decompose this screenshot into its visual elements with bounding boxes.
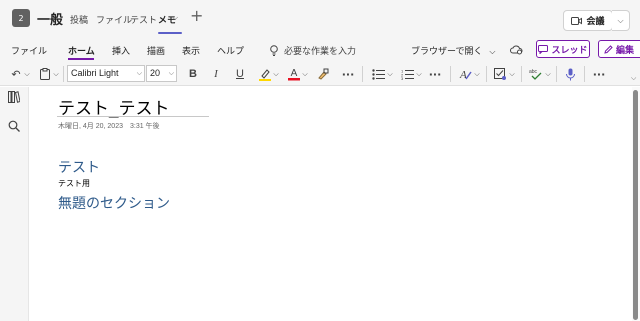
active-tab-indicator xyxy=(158,32,182,34)
font-size-value: 20 xyxy=(150,68,161,78)
chevron-down-icon[interactable]: ⌵ xyxy=(52,66,60,82)
clipboard-icon[interactable] xyxy=(38,66,52,82)
tell-me-search[interactable]: 必要な作業を入力 xyxy=(270,44,356,57)
chevron-down-icon[interactable]: ⌵ xyxy=(544,66,552,82)
heading-2[interactable]: 無題のセクション xyxy=(58,193,170,213)
ribbon-tab-view[interactable]: 表示 xyxy=(182,44,200,57)
divider xyxy=(486,66,487,82)
chevron-down-icon[interactable]: ⌵ xyxy=(172,13,178,23)
font-family-select[interactable]: Calibri Light ⌵ xyxy=(67,65,145,82)
title-underline xyxy=(57,116,209,117)
meeting-options-button[interactable]: ⌵ xyxy=(612,10,630,31)
add-tab-icon[interactable]: + xyxy=(190,8,203,24)
ribbon-tab-help[interactable]: ヘルプ xyxy=(217,44,244,57)
divider xyxy=(556,66,557,82)
video-camera-icon xyxy=(571,16,583,25)
notebook-nav-rail xyxy=(0,87,29,321)
meeting-button[interactable]: 会議 xyxy=(563,10,613,31)
page-date: 木曜日, 4月 20, 2023 3:31 午後 xyxy=(58,123,160,130)
channel-name: 一般 xyxy=(37,13,64,28)
divider xyxy=(63,66,64,82)
team-avatar[interactable]: 2 xyxy=(12,9,30,27)
chevron-down-icon: ⌵ xyxy=(136,70,142,77)
chevron-down-icon[interactable]: ⌵ xyxy=(23,66,31,82)
more-options-icon[interactable]: ··· xyxy=(591,66,607,82)
svg-text:A: A xyxy=(291,68,298,79)
ribbon-tab-insert[interactable]: 挿入 xyxy=(112,44,130,57)
teams-header: 2 一般 投稿 ファイル テスト メモ ⌵ + 会議 ⌵ xyxy=(0,0,640,36)
styles-icon[interactable]: A xyxy=(457,66,473,82)
undo-icon[interactable]: ↶ xyxy=(9,66,23,82)
highlighter-icon[interactable] xyxy=(258,66,272,82)
meeting-label: 会議 xyxy=(586,17,605,27)
numbered-list-icon[interactable]: 123 xyxy=(399,66,415,82)
svg-text:abc: abc xyxy=(529,69,538,75)
more-options-icon[interactable]: ··· xyxy=(427,66,443,82)
chevron-down-icon: ⌵ xyxy=(617,15,624,25)
pencil-icon xyxy=(604,44,613,54)
open-in-browser-button[interactable]: ブラウザーで開く ⌵ xyxy=(411,44,495,57)
microphone-icon[interactable] xyxy=(562,66,578,82)
bullet-list-icon[interactable] xyxy=(370,66,386,82)
notebooks-icon[interactable] xyxy=(8,91,20,103)
tab-posts[interactable]: 投稿 xyxy=(70,13,88,26)
search-icon[interactable] xyxy=(8,120,20,132)
chevron-down-icon[interactable]: ⌵ xyxy=(272,66,280,82)
divider xyxy=(584,66,585,82)
collapse-ribbon-icon[interactable]: ⌵ xyxy=(631,74,636,83)
format-painter-icon[interactable] xyxy=(316,66,330,82)
divider xyxy=(362,66,363,82)
chevron-down-icon: ⌵ xyxy=(489,47,496,56)
underline-icon[interactable]: U xyxy=(232,66,248,82)
chevron-down-icon[interactable]: ⌵ xyxy=(301,66,309,82)
spelling-icon[interactable]: abc xyxy=(528,66,544,82)
chevron-down-icon: ⌵ xyxy=(168,70,174,77)
thread-button[interactable]: スレッド xyxy=(536,40,590,58)
edit-label: 編集 xyxy=(616,45,635,56)
ribbon-tab-file[interactable]: ファイル xyxy=(11,44,47,57)
font-size-select[interactable]: 20 ⌵ xyxy=(146,65,177,82)
font-color-icon[interactable]: A xyxy=(287,66,301,82)
divider xyxy=(521,66,522,82)
chevron-down-icon[interactable]: ⌵ xyxy=(415,66,423,82)
ribbon-tab-draw[interactable]: 描画 xyxy=(147,44,165,57)
chevron-down-icon[interactable]: ⌵ xyxy=(508,66,516,82)
ribbon-tab-home[interactable]: ホーム xyxy=(68,44,95,57)
chat-bubble-icon xyxy=(538,44,549,54)
font-family-value: Calibri Light xyxy=(71,68,119,78)
lightbulb-icon xyxy=(270,45,278,56)
cloud-sync-icon[interactable] xyxy=(510,45,523,55)
divider xyxy=(450,66,451,82)
tag-checkbox-icon[interactable] xyxy=(492,66,508,82)
chevron-down-icon[interactable]: ⌵ xyxy=(473,66,481,82)
tab-test[interactable]: テスト xyxy=(130,13,157,26)
edit-button[interactable]: 編集 xyxy=(598,40,640,58)
body-text[interactable]: テスト用 xyxy=(58,178,90,189)
tell-me-text: 必要な作業を入力 xyxy=(284,47,357,57)
thread-label: スレッド xyxy=(551,45,588,56)
more-options-icon[interactable]: ··· xyxy=(340,66,356,82)
tab-files[interactable]: ファイル xyxy=(96,13,132,26)
chevron-down-icon[interactable]: ⌵ xyxy=(386,66,394,82)
open-in-browser-label: ブラウザーで開く xyxy=(411,47,483,57)
italic-icon[interactable]: I xyxy=(208,66,224,82)
heading-1[interactable]: テスト xyxy=(58,157,100,177)
svg-text:3: 3 xyxy=(401,76,404,80)
active-ribbon-indicator xyxy=(68,58,94,60)
bold-icon[interactable]: B xyxy=(185,66,201,82)
scrollbar-thumb[interactable] xyxy=(633,90,638,320)
